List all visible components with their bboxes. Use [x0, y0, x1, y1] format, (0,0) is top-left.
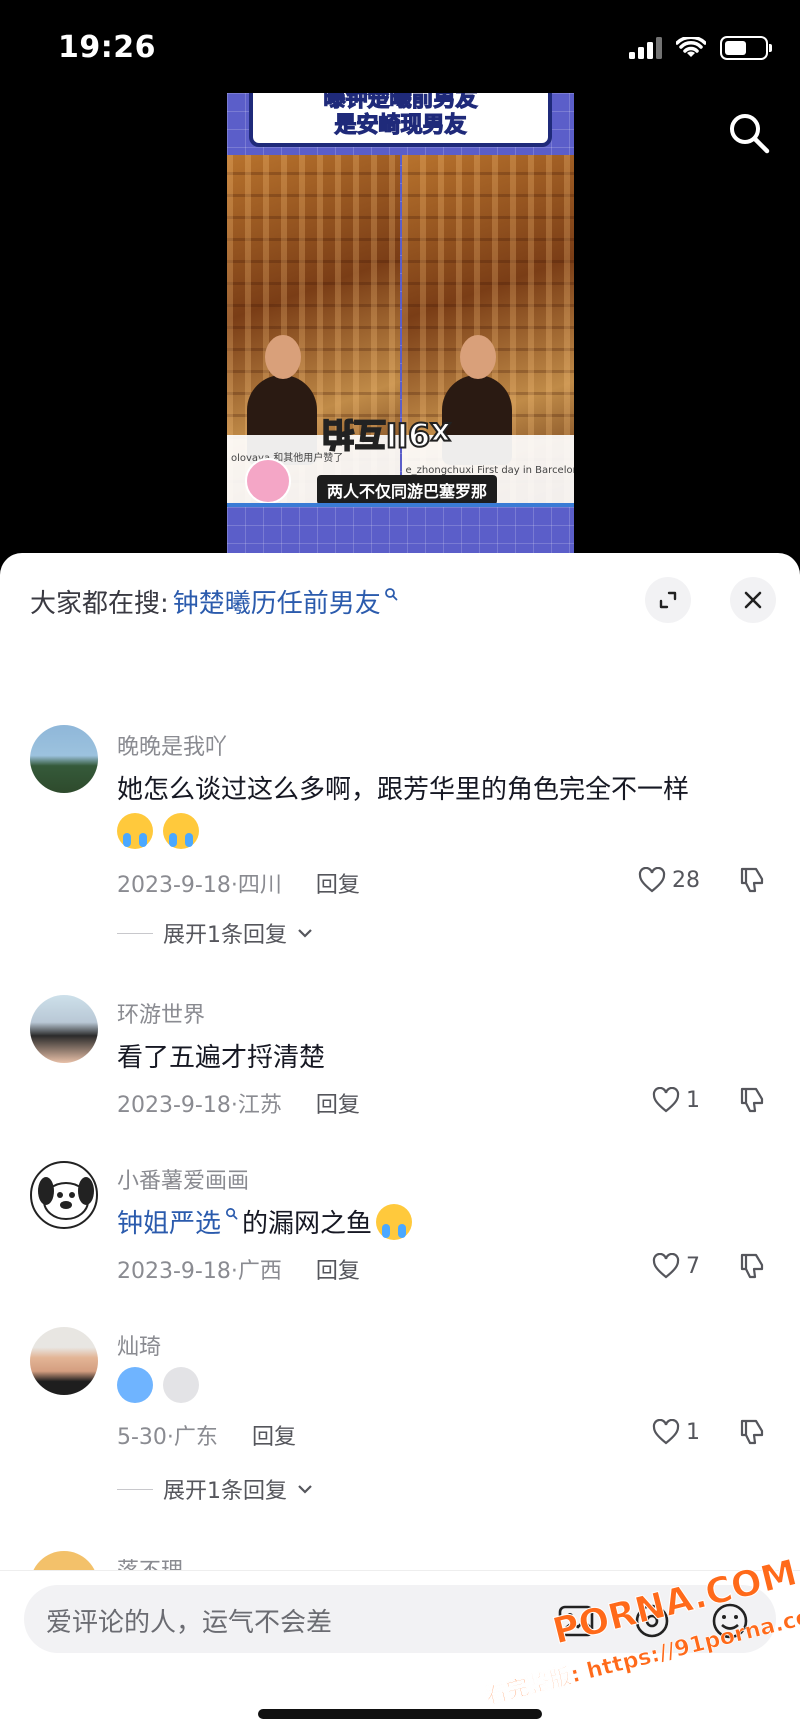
expand-replies-label: 展开1条回复	[163, 923, 287, 948]
expand-replies-button[interactable]: 展开1条回复	[117, 917, 313, 949]
comment-text: 钟姐严选 的漏网之鱼	[117, 1203, 418, 1240]
search-small-icon	[226, 1208, 238, 1220]
avatar[interactable]	[30, 995, 98, 1063]
comment-date-location: 2023-9-18·江苏	[117, 1093, 282, 1118]
cartoon-avatar-sticker	[245, 458, 291, 504]
comment-input-bar: 爱评论的人，运气不会差	[0, 1570, 800, 1731]
comment-emojis	[117, 1367, 205, 1403]
comment-meta: 2023-9-18·四川 回复	[117, 867, 360, 899]
heart-icon	[652, 1087, 680, 1113]
reply-button[interactable]: 回复	[316, 867, 360, 899]
crying-emoji-icon	[163, 813, 199, 849]
video-banner-line1: 曝钟楚曦前男友	[323, 93, 478, 113]
dislike-icon[interactable]	[738, 1417, 766, 1447]
video-player[interactable]: olovaya 和其他用户赞了 e_zhongchuxi First day i…	[227, 93, 574, 553]
heart-icon	[652, 1253, 680, 1279]
expand-icon	[659, 591, 677, 609]
screaming-emoji-icon	[117, 1367, 153, 1403]
reply-button[interactable]: 回复	[316, 1087, 360, 1119]
like-count: 1	[686, 1087, 700, 1113]
hot-search-term[interactable]: 钟楚曦历任前男友	[173, 583, 381, 620]
battery-icon	[720, 36, 772, 60]
like-count: 28	[672, 867, 700, 893]
image-icon[interactable]	[556, 1601, 596, 1641]
comment-meta: 2023-9-18·江苏 回复	[117, 1087, 360, 1119]
status-bar: 19:26	[0, 0, 800, 95]
heart-icon	[652, 1419, 680, 1445]
status-icons	[629, 36, 772, 60]
like-button[interactable]: 7	[652, 1253, 700, 1279]
status-time: 19:26	[58, 30, 156, 65]
shocked-emoji-icon	[163, 1367, 199, 1403]
comment-text-body: 的漏网之鱼	[242, 1209, 373, 1239]
emoji-icon[interactable]	[710, 1601, 750, 1641]
avatar[interactable]	[30, 1161, 98, 1229]
wifi-icon	[676, 37, 706, 57]
comment-item: 灿琦 5-30·广东 回复 1 展开1条回复	[0, 1327, 800, 1527]
expand-replies-label: 展开1条回复	[163, 1479, 287, 1504]
avatar[interactable]	[30, 1327, 98, 1395]
expand-button[interactable]	[645, 577, 691, 623]
cellular-signal-icon	[629, 37, 662, 59]
expand-replies-button[interactable]: 展开1条回复	[117, 1473, 313, 1505]
at-mention-icon[interactable]	[632, 1601, 672, 1641]
comment-text: 她怎么谈过这么多啊，跟芳华里的角色完全不一样	[117, 769, 689, 806]
search-small-icon	[384, 587, 398, 600]
comment-sheet: 大家都在搜: 钟楚曦历任前男友 晚晚是我吖 她怎么谈过这么多啊，跟芳华里的角色完…	[0, 553, 800, 1731]
comment-input-placeholder[interactable]: 爱评论的人，运气不会差	[46, 1602, 332, 1639]
cartoon-dog-avatar-icon	[38, 1177, 94, 1220]
comment-username[interactable]: 晚晚是我吖	[117, 729, 227, 761]
dislike-icon[interactable]	[738, 865, 766, 895]
comment-username[interactable]: 环游世界	[117, 997, 205, 1029]
like-button[interactable]: 1	[652, 1419, 700, 1445]
heart-icon	[638, 867, 666, 893]
video-banner-line2: 是安崎现男友	[334, 112, 467, 138]
comment-sheet-header: 大家都在搜: 钟楚曦历任前男友	[0, 553, 800, 643]
home-indicator	[258, 1709, 542, 1719]
reply-button[interactable]: 回复	[316, 1253, 360, 1285]
hot-search-label: 大家都在搜:	[30, 589, 169, 619]
comment-emojis	[117, 813, 205, 849]
dislike-icon[interactable]	[738, 1251, 766, 1281]
reply-button[interactable]: 回复	[252, 1419, 296, 1451]
like-button[interactable]: 28	[638, 867, 700, 893]
comment-date-location: 2023-9-18·四川	[117, 873, 282, 898]
like-button[interactable]: 1	[652, 1087, 700, 1113]
dislike-icon[interactable]	[738, 1085, 766, 1115]
video-sticker-text: x9ll互拍	[321, 414, 452, 454]
video-title-banner: 曝钟楚曦前男友 是安崎现男友	[249, 93, 552, 147]
comment-username[interactable]: 灿琦	[117, 1329, 161, 1361]
crying-emoji-icon	[117, 813, 153, 849]
comment-item: 晚晚是我吖 她怎么谈过这么多啊，跟芳华里的角色完全不一样 2023-9-18·四…	[0, 725, 800, 948]
search-icon[interactable]	[726, 110, 772, 156]
crying-emoji-icon	[376, 1203, 413, 1240]
like-count: 1	[686, 1419, 700, 1445]
comment-text: 看了五遍才捋清楚	[117, 1037, 325, 1074]
like-count: 7	[686, 1253, 700, 1279]
comment-meta: 5-30·广东 回复	[117, 1419, 296, 1451]
comment-meta: 2023-9-18·广西 回复	[117, 1253, 360, 1285]
close-icon	[744, 591, 762, 609]
comment-username[interactable]: 小番薯爱画画	[117, 1163, 249, 1195]
close-button[interactable]	[730, 577, 776, 623]
chevron-down-icon	[298, 1485, 312, 1494]
hot-search[interactable]: 大家都在搜: 钟楚曦历任前男友	[30, 583, 398, 620]
comment-date-location: 5-30·广东	[117, 1425, 218, 1450]
comment-text-body: 看了五遍才捋清楚	[117, 1043, 326, 1073]
comment-item: 小番薯爱画画 钟姐严选 的漏网之鱼 2023-9-18·广西 回复 7	[0, 1161, 800, 1301]
avatar[interactable]	[30, 725, 98, 793]
comment-search-link[interactable]: 钟姐严选	[117, 1203, 221, 1240]
chevron-down-icon	[298, 929, 312, 938]
comment-item: 环游世界 看了五遍才捋清楚 2023-9-18·江苏 回复 1	[0, 995, 800, 1135]
comment-text-body: 她怎么谈过这么多啊，跟芳华里的角色完全不一样	[117, 775, 690, 805]
video-subtitle: 两人不仅同游巴塞罗那	[317, 475, 498, 505]
comment-date-location: 2023-9-18·广西	[117, 1259, 282, 1284]
